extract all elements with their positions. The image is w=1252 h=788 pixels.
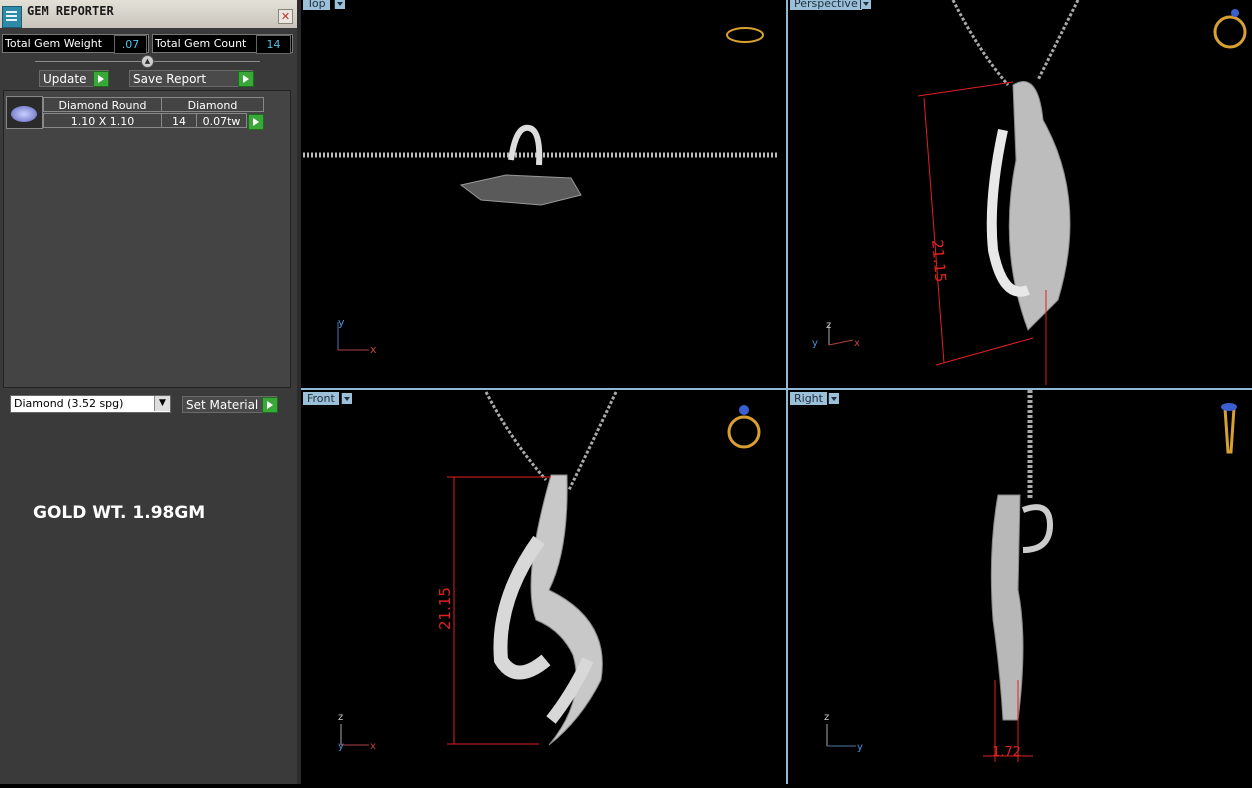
viewport-top-label[interactable]: Top <box>303 0 330 10</box>
axis-y-label: y <box>812 338 818 349</box>
set-material-button-label: Set Material <box>186 398 259 412</box>
ring-orientation-icon <box>1213 15 1247 49</box>
material-select[interactable]: Diamond (3.52 spg) <box>10 395 171 413</box>
update-button-label: Update <box>43 72 87 86</box>
total-gem-weight-value: .07 <box>114 35 147 54</box>
gem-weight-cell: 0.07tw <box>196 113 247 128</box>
save-report-go-icon[interactable] <box>238 71 254 87</box>
save-report-button-label: Save Report <box>133 72 207 86</box>
viewport-right-label[interactable]: Right <box>790 392 827 405</box>
axis-y-label: y <box>857 742 863 753</box>
gem-orientation-icon <box>1221 403 1237 411</box>
axis-x-label: x <box>854 338 860 349</box>
gem-orientation-icon <box>1231 9 1239 17</box>
total-gem-count-value: 14 <box>256 35 291 54</box>
viewport-top-menu-icon[interactable] <box>334 0 345 9</box>
axis-x-label: x <box>370 343 377 356</box>
axis-y-label: y <box>338 316 345 329</box>
viewport-front[interactable]: 21.15 z x y Front <box>301 390 786 784</box>
gem-reporter-title: GEM REPORTER <box>27 4 114 18</box>
total-gem-weight-label: Total Gem Weight <box>5 37 103 50</box>
viewport-front-label[interactable]: Front <box>303 392 339 405</box>
ring-orientation-icon <box>1223 406 1236 454</box>
gem-list <box>3 90 291 388</box>
gem-count-cell: 14 <box>161 113 197 128</box>
collapse-knob-icon[interactable]: ▲ <box>141 55 154 68</box>
viewport-right-menu-icon[interactable] <box>828 393 839 404</box>
viewport-perspective[interactable]: 21.15 z x y Perspective <box>788 0 1252 388</box>
axis-z-label: z <box>826 320 831 331</box>
gem-shape-cell: Diamond Round <box>43 97 162 112</box>
viewport-right[interactable]: 1.72 z y Right <box>788 390 1252 784</box>
front-dimension-label: 21.15 <box>436 587 454 630</box>
right-view-render: 1.72 z y <box>824 390 1237 762</box>
viewport-perspective-label[interactable]: Perspective <box>790 0 862 10</box>
set-material-go-icon[interactable] <box>262 397 278 413</box>
update-go-icon[interactable] <box>93 71 109 87</box>
front-view-render: 21.15 z x y <box>338 391 761 752</box>
axis-y-label: y <box>338 741 344 752</box>
perspective-view-render: 21.15 z x y <box>812 0 1247 385</box>
gold-weight-label: GOLD WT. 1.98GM <box>33 503 206 523</box>
round-diamond-icon <box>6 96 43 129</box>
top-view-render: y x <box>303 27 779 356</box>
save-report-button[interactable]: Save Report <box>129 70 253 87</box>
gem-size-cell: 1.10 X 1.10 <box>43 113 162 128</box>
close-button[interactable]: ✕ <box>278 9 293 24</box>
gem-row-go-icon[interactable] <box>248 114 264 130</box>
right-dimension-label: 1.72 <box>992 745 1021 760</box>
gem-material-cell: Diamond <box>161 97 264 112</box>
viewport-perspective-menu-icon[interactable] <box>860 0 871 9</box>
axis-z-label: z <box>824 712 829 723</box>
axis-z-label: z <box>338 712 343 723</box>
ring-orientation-icon <box>726 27 764 43</box>
gem-orientation-icon <box>739 405 749 415</box>
perspective-dimension-label: 21.15 <box>928 239 950 283</box>
total-gem-count-label: Total Gem Count <box>155 37 247 50</box>
viewport-front-menu-icon[interactable] <box>341 393 352 404</box>
axis-x-label: x <box>370 741 376 752</box>
ring-orientation-icon <box>727 415 761 449</box>
chevron-down-icon[interactable]: ▼ <box>154 396 170 411</box>
viewport-top[interactable]: y x Top <box>301 0 786 388</box>
gem-reporter-app-icon <box>2 6 22 28</box>
